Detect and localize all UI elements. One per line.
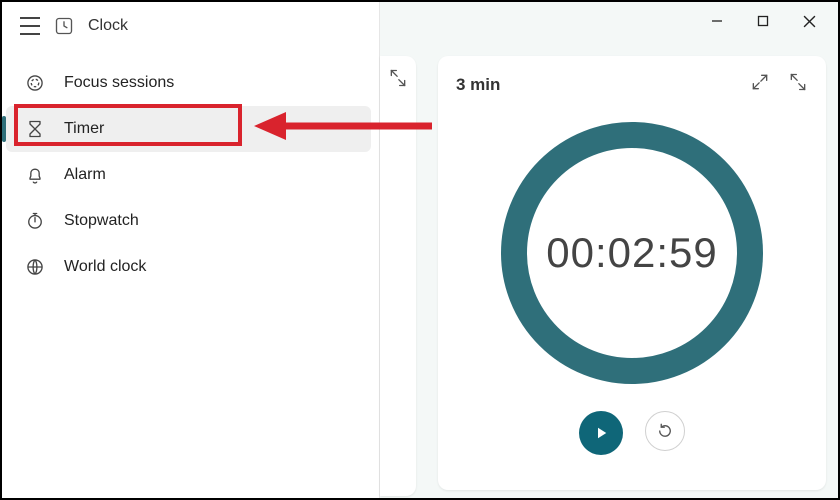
previous-timer-card-stub [380, 56, 416, 496]
clock-app-window: Clock Focus sessions Timer [0, 0, 840, 500]
sidebar-item-timer[interactable]: Timer [6, 106, 371, 152]
sidebar-item-label: World clock [64, 258, 146, 276]
sidebar: Clock Focus sessions Timer [2, 2, 380, 498]
timer-card-title: 3 min [456, 75, 500, 95]
bell-icon [24, 165, 46, 185]
timer-controls [456, 411, 808, 455]
nav-list: Focus sessions Timer Alarm [2, 60, 379, 290]
clock-app-icon [54, 16, 74, 36]
hamburger-menu-button[interactable] [20, 17, 40, 35]
timer-progress-ring: 00:02:59 [492, 113, 772, 393]
window-controls [694, 6, 832, 36]
timer-card-header: 3 min [456, 72, 808, 97]
globe-icon [24, 257, 46, 277]
sidebar-item-stopwatch[interactable]: Stopwatch [2, 198, 379, 244]
sidebar-item-label: Stopwatch [64, 212, 139, 230]
sidebar-item-focus-sessions[interactable]: Focus sessions [2, 60, 379, 106]
minimize-button[interactable] [694, 6, 740, 36]
maximize-button[interactable] [740, 6, 786, 36]
sidebar-item-label: Alarm [64, 166, 106, 184]
close-button[interactable] [786, 6, 832, 36]
compact-view-icon[interactable] [388, 68, 408, 93]
titlebar: Clock [2, 2, 379, 50]
app-title: Clock [88, 17, 128, 35]
timer-time-display: 00:02:59 [492, 113, 772, 393]
sidebar-item-label: Timer [64, 120, 104, 138]
compact-view-icon[interactable] [788, 72, 808, 97]
reset-button[interactable] [645, 411, 685, 451]
main-area: 3 min [380, 2, 838, 498]
sidebar-item-world-clock[interactable]: World clock [2, 244, 379, 290]
focus-sessions-icon [24, 73, 46, 93]
timer-card: 3 min [438, 56, 826, 490]
sidebar-item-alarm[interactable]: Alarm [2, 152, 379, 198]
play-button[interactable] [579, 411, 623, 455]
expand-icon[interactable] [750, 72, 770, 97]
hourglass-icon [24, 119, 46, 139]
stopwatch-icon [24, 211, 46, 231]
sidebar-item-label: Focus sessions [64, 74, 174, 92]
